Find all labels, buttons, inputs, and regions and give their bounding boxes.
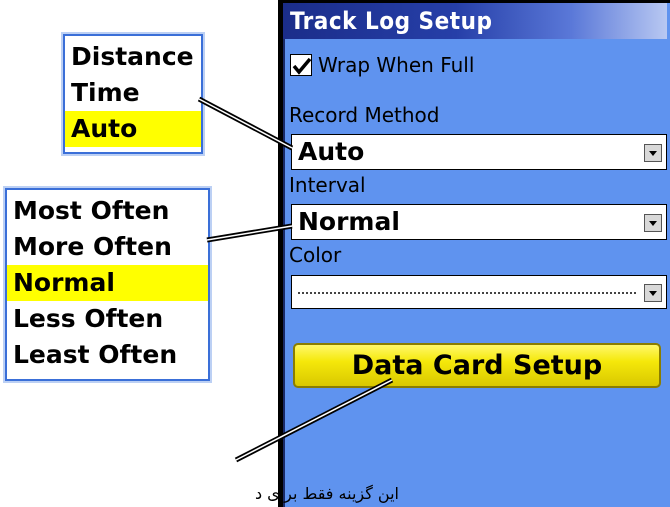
leader-line-interval [206,223,293,243]
leader-line-data-card [234,377,394,463]
footnote-text: این گزینه فقط برای دستگاه [254,484,399,503]
leader-line-record-method [197,96,294,151]
callout-leader-lines [197,96,394,463]
